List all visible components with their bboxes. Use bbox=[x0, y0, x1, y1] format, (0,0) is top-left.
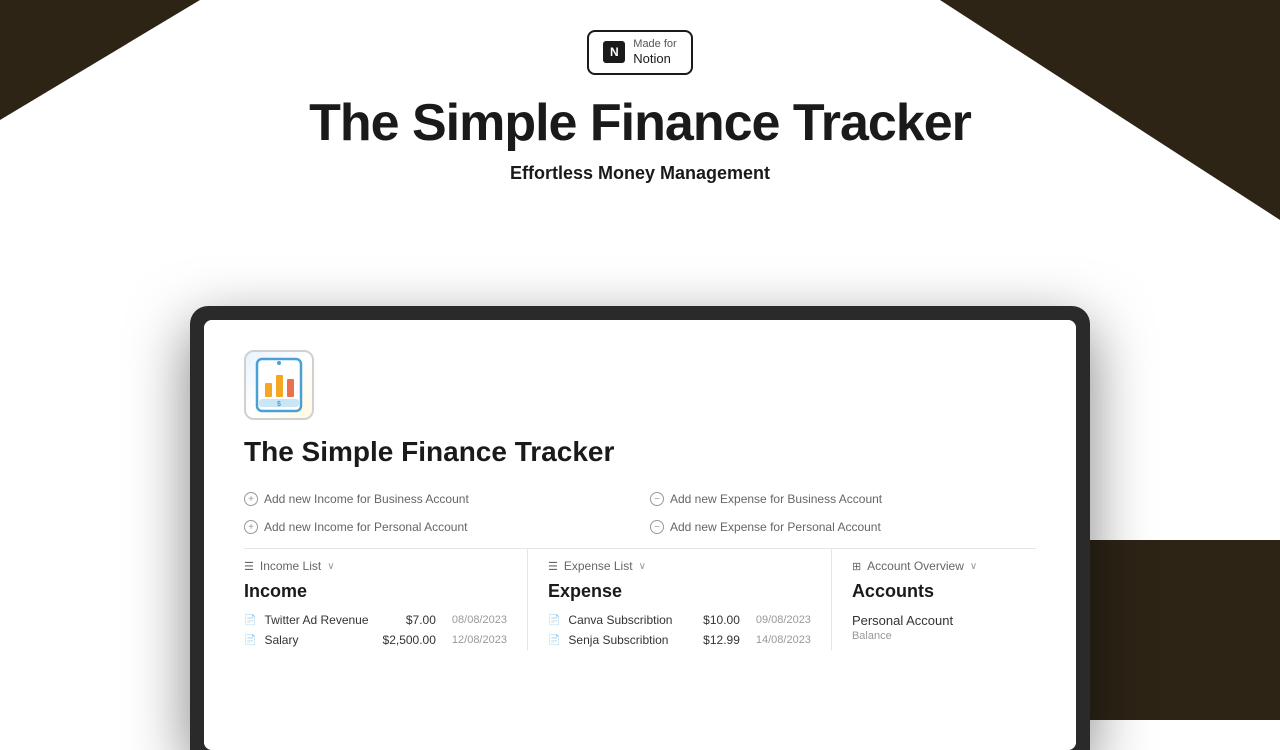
notion-label: Notion bbox=[633, 51, 671, 66]
finance-tracker-icon: $ bbox=[249, 355, 309, 415]
account-row-0: Personal Account Balance bbox=[852, 610, 1036, 645]
income-chevron: ∨ bbox=[327, 561, 334, 572]
doc-icon-0: 📄 bbox=[244, 615, 256, 626]
expense-row-1: 📄 Senja Subscribtion $12.99 14/08/2023 bbox=[548, 630, 811, 650]
expense-doc-icon-0: 📄 bbox=[548, 615, 560, 626]
add-income-personal-btn[interactable]: + Add new Income for Personal Account bbox=[244, 516, 630, 538]
notion-content: $ The Simple Finance Tracker + Add new I… bbox=[204, 320, 1076, 750]
plus-icon-income-personal: + bbox=[244, 520, 258, 534]
income-personal-col: + Add new Income for Personal Account bbox=[244, 516, 630, 538]
expense-date-1: 14/08/2023 bbox=[756, 634, 811, 646]
main-title: The Simple Finance Tracker bbox=[309, 93, 971, 153]
app-icon-img: $ bbox=[244, 350, 314, 420]
income-list-header[interactable]: ☰ Income List ∨ bbox=[244, 549, 507, 581]
income-row-0: 📄 Twitter Ad Revenue $7.00 08/08/2023 bbox=[244, 610, 507, 630]
expense-name-0: Canva Subscribtion bbox=[568, 613, 695, 627]
svg-text:$: $ bbox=[277, 401, 281, 408]
income-section: ☰ Income List ∨ Income 📄 Twitter Ad Reve… bbox=[244, 549, 527, 650]
income-date-1: 12/08/2023 bbox=[452, 634, 507, 646]
income-amount-0: $7.00 bbox=[406, 613, 436, 627]
expense-date-0: 09/08/2023 bbox=[756, 614, 811, 626]
account-name-0: Personal Account bbox=[852, 613, 953, 628]
account-section: ⊞ Account Overview ∨ Accounts Personal A… bbox=[831, 549, 1036, 650]
made-for-label: Made for bbox=[633, 38, 676, 51]
income-amount-1: $2,500.00 bbox=[383, 633, 436, 647]
account-grid-icon: ⊞ bbox=[852, 560, 861, 573]
expense-name-1: Senja Subscribtion bbox=[568, 633, 695, 647]
laptop-screen: $ The Simple Finance Tracker + Add new I… bbox=[204, 320, 1076, 750]
account-chevron: ∨ bbox=[970, 561, 977, 572]
account-overview-header[interactable]: ⊞ Account Overview ∨ bbox=[852, 549, 1036, 581]
subtitle: Effortless Money Management bbox=[510, 163, 770, 184]
income-name-1: Salary bbox=[264, 633, 374, 647]
expense-doc-icon-1: 📄 bbox=[548, 635, 560, 646]
plus-icon-income-business: + bbox=[244, 492, 258, 506]
expense-amount-0: $10.00 bbox=[703, 613, 740, 627]
expense-list-label: Expense List bbox=[564, 559, 633, 573]
income-col-title: Income bbox=[244, 581, 507, 602]
add-income-business-btn[interactable]: + Add new Income for Business Account bbox=[244, 488, 630, 510]
expense-business-label: Add new Expense for Business Account bbox=[670, 492, 882, 506]
expense-amount-1: $12.99 bbox=[703, 633, 740, 647]
header: N Made for Notion The Simple Finance Tra… bbox=[0, 0, 1280, 184]
doc-icon-1: 📄 bbox=[244, 635, 256, 646]
minus-icon-expense-personal: − bbox=[650, 520, 664, 534]
action-buttons-row-2: + Add new Income for Personal Account − … bbox=[244, 516, 1036, 538]
app-icon: $ bbox=[244, 350, 314, 420]
expense-col-title: Expense bbox=[548, 581, 811, 602]
notion-badge-icon: N bbox=[603, 41, 625, 63]
notion-badge-text: Made for Notion bbox=[633, 38, 676, 67]
expense-list-header[interactable]: ☰ Expense List ∨ bbox=[548, 549, 811, 581]
income-date-0: 08/08/2023 bbox=[452, 614, 507, 626]
income-list-label: Income List bbox=[260, 559, 321, 573]
expense-section: ☰ Expense List ∨ Expense 📄 Canva Subscri… bbox=[527, 549, 831, 650]
account-overview-label: Account Overview bbox=[867, 559, 964, 573]
bg-dark-bottom-right bbox=[1080, 540, 1280, 720]
expense-action-col: − Add new Expense for Business Account bbox=[650, 488, 1036, 510]
expense-list-icon: ☰ bbox=[548, 560, 558, 573]
accounts-col-title: Accounts bbox=[852, 581, 1036, 602]
balance-label-0: Balance bbox=[852, 630, 953, 642]
laptop-mockup: $ The Simple Finance Tracker + Add new I… bbox=[190, 306, 1090, 750]
income-action-col: + Add new Income for Business Account bbox=[244, 488, 630, 510]
minus-icon-expense-business: − bbox=[650, 492, 664, 506]
action-buttons-row-1: + Add new Income for Business Account − … bbox=[244, 488, 1036, 510]
expense-row-0: 📄 Canva Subscribtion $10.00 09/08/2023 bbox=[548, 610, 811, 630]
notion-badge: N Made for Notion bbox=[587, 30, 692, 75]
income-personal-label: Add new Income for Personal Account bbox=[264, 520, 467, 534]
income-row-1: 📄 Salary $2,500.00 12/08/2023 bbox=[244, 630, 507, 650]
income-business-label: Add new Income for Business Account bbox=[264, 492, 469, 506]
page-title: The Simple Finance Tracker bbox=[244, 436, 1036, 468]
expense-personal-col: − Add new Expense for Personal Account bbox=[650, 516, 1036, 538]
laptop-outer: $ The Simple Finance Tracker + Add new I… bbox=[190, 306, 1090, 750]
add-expense-personal-btn[interactable]: − Add new Expense for Personal Account bbox=[650, 516, 1036, 538]
add-expense-business-btn[interactable]: − Add new Expense for Business Account bbox=[650, 488, 1036, 510]
expense-chevron: ∨ bbox=[639, 561, 646, 572]
tables-row: ☰ Income List ∨ Income 📄 Twitter Ad Reve… bbox=[244, 549, 1036, 650]
income-name-0: Twitter Ad Revenue bbox=[264, 613, 397, 627]
expense-personal-label: Add new Expense for Personal Account bbox=[670, 520, 881, 534]
list-icon: ☰ bbox=[244, 560, 254, 573]
